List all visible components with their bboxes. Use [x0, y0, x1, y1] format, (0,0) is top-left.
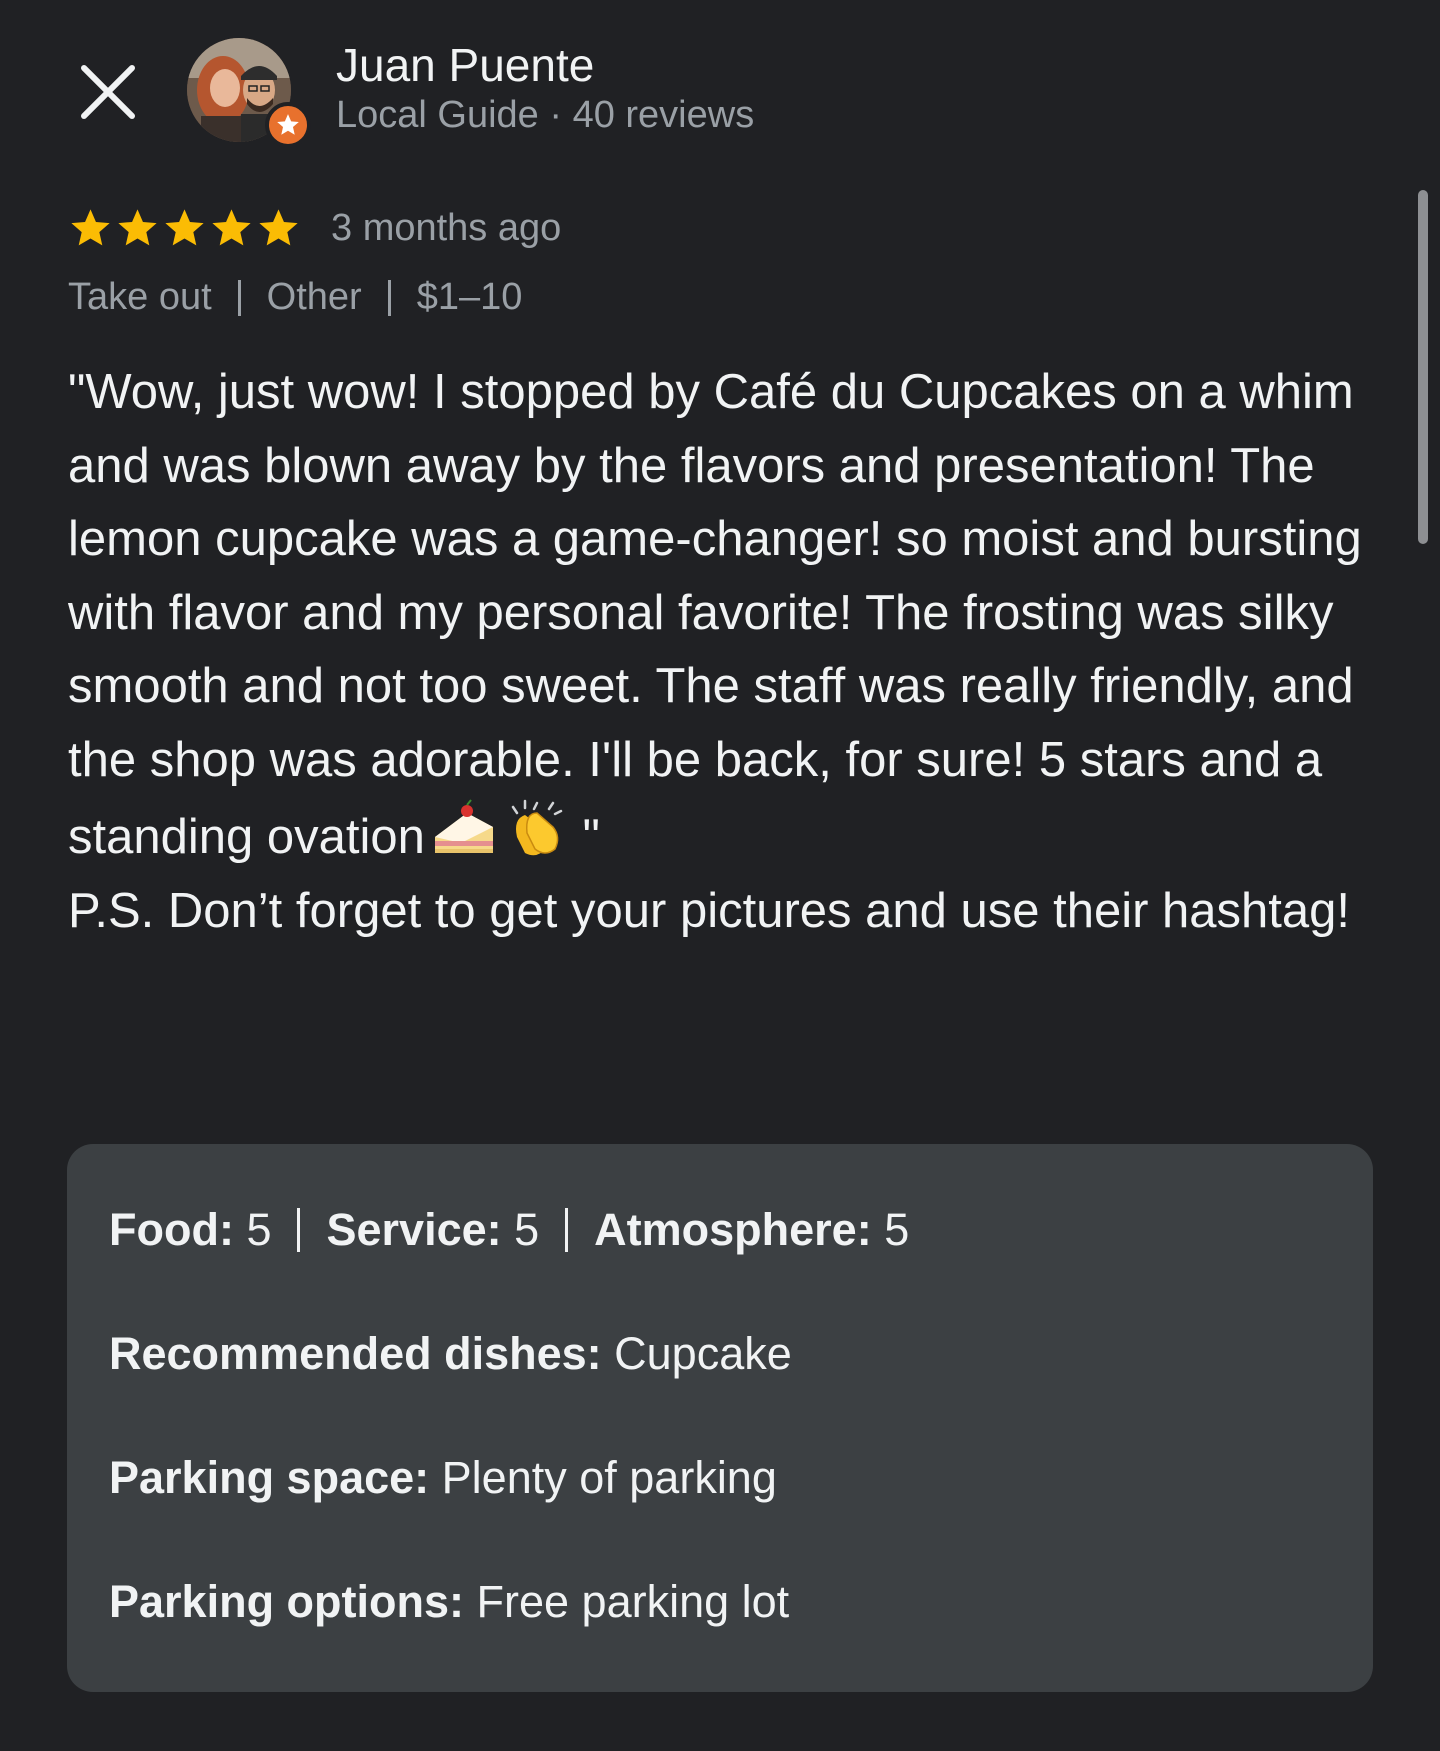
- star-filled-icon: [71, 208, 110, 245]
- tag-meal-type: Other: [266, 276, 362, 318]
- parking-space-label: Parking space:: [109, 1452, 430, 1503]
- reviewer-meta: Local Guide · 40 reviews: [336, 94, 755, 136]
- clapping-hands-icon: [511, 799, 563, 856]
- food-rating-value: 5: [246, 1204, 272, 1255]
- local-guide-badge: [265, 102, 311, 148]
- service-rating-value: 5: [514, 1204, 540, 1255]
- local-guide-star-icon: [277, 114, 299, 135]
- parking-space-value: Plenty of parking: [441, 1452, 777, 1503]
- reviewer-name[interactable]: Juan Puente: [336, 38, 594, 92]
- atmosphere-rating-label: Atmosphere:: [594, 1204, 872, 1255]
- review-text-main: "Wow, just wow! I stopped by Café du Cup…: [68, 365, 1362, 864]
- tag-service-type: Take out: [68, 276, 212, 318]
- rating-divider: [297, 1208, 301, 1252]
- review-body: "Wow, just wow! I stopped by Café du Cup…: [68, 356, 1388, 948]
- recommended-dishes-row: Recommended dishes: Cupcake: [109, 1328, 792, 1380]
- review-detail-page: Juan Puente Local Guide · 40 reviews 3 m…: [0, 0, 1440, 1751]
- food-rating-label: Food:: [109, 1204, 234, 1255]
- rating-divider: [565, 1208, 569, 1252]
- reviewer-avatar[interactable]: [187, 38, 311, 148]
- sub-ratings-row: Food: 5 Service: 5 Atmosphere: 5: [109, 1204, 909, 1256]
- review-tags: Take out Other $1–10: [68, 276, 522, 319]
- review-details-card: Food: 5 Service: 5 Atmosphere: 5 Recomme…: [67, 1144, 1373, 1692]
- review-paragraph: "Wow, just wow! I stopped by Café du Cup…: [68, 356, 1388, 875]
- parking-options-value: Free parking lot: [476, 1576, 790, 1627]
- star-rating: [68, 206, 301, 251]
- star-filled-icon: [165, 208, 204, 245]
- recommended-dishes-label: Recommended dishes:: [109, 1328, 602, 1379]
- close-icon: [81, 65, 135, 119]
- star-filled-icon: [118, 208, 157, 245]
- service-rating-label: Service:: [326, 1204, 502, 1255]
- tag-divider: [387, 279, 391, 316]
- parking-space-row: Parking space: Plenty of parking: [109, 1452, 777, 1504]
- parking-options-label: Parking options:: [109, 1576, 465, 1627]
- recommended-dishes-value: Cupcake: [614, 1328, 792, 1379]
- review-date: 3 months ago: [331, 206, 562, 249]
- review-ps: P.S. Don’t forget to get your pictures a…: [68, 883, 1351, 938]
- review-close-quote: ": [568, 810, 600, 864]
- rating-row: 3 months ago: [68, 200, 561, 256]
- close-button[interactable]: [76, 60, 140, 124]
- cake-slice-icon: [434, 799, 493, 853]
- tag-divider: [237, 279, 241, 316]
- star-filled-icon: [212, 208, 251, 245]
- tag-price: $1–10: [416, 276, 523, 318]
- parking-options-row: Parking options: Free parking lot: [109, 1576, 789, 1628]
- atmosphere-rating-value: 5: [884, 1204, 910, 1255]
- scrollbar-thumb[interactable]: [1418, 190, 1428, 544]
- star-filled-icon: [259, 208, 298, 245]
